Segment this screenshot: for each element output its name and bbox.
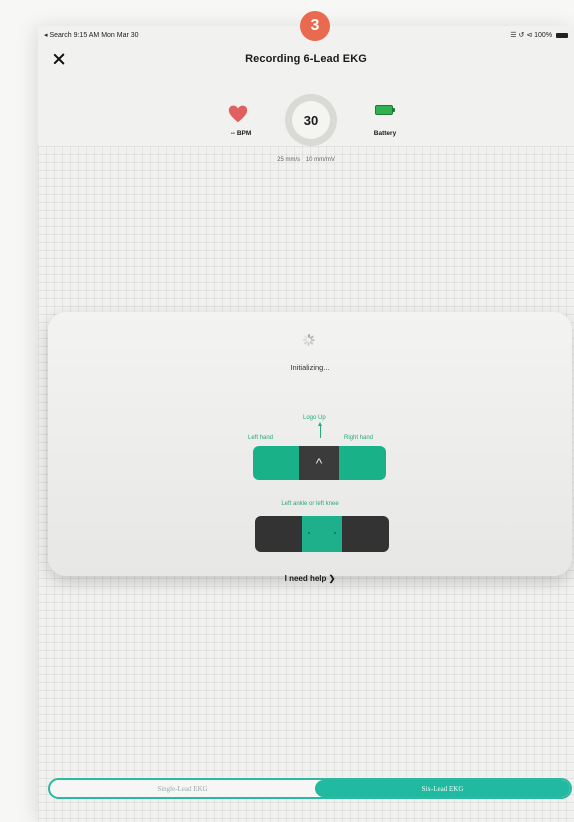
timer-value: 30: [292, 101, 330, 139]
step-number-badge: 3: [300, 11, 330, 41]
six-lead-option[interactable]: Six-Lead EKG: [315, 780, 570, 797]
ankle-label: Left ankle or left knee: [281, 501, 339, 507]
status-left: ◂ Search 9:15 AM Mon Mar 30: [44, 32, 139, 39]
ekg-scale: 25 mm/s 10 mm/mV: [38, 157, 574, 163]
right-hand-label: Right hand: [344, 435, 374, 441]
timer-ring: 30: [285, 94, 337, 146]
chevron-right-icon: ❯: [328, 574, 336, 583]
initializing-status: Initializing...: [290, 363, 330, 372]
status-indicators: ☰ ↺ ⊲ 100%: [510, 32, 553, 39]
bottom-electrode: [302, 516, 342, 552]
left-hand-label: Left hand: [248, 435, 274, 441]
battery-icon: [375, 105, 395, 115]
page-title: Recording 6-Lead EKG: [245, 53, 367, 65]
initializing-card: Initializing... Logo Up Left hand Right …: [48, 312, 572, 583]
heart-icon: [228, 105, 248, 123]
help-link[interactable]: I need help ❯: [48, 574, 572, 583]
left-electrode: [253, 446, 299, 480]
help-label: I need help: [284, 574, 327, 583]
battery-label: Battery: [373, 130, 397, 137]
logo-up-label: Logo Up: [303, 415, 326, 421]
device-bottom-illustration: [255, 516, 389, 552]
status-right: ☰ ↺ ⊲ 100%: [510, 31, 568, 39]
single-lead-option[interactable]: Single-Lead EKG: [50, 780, 315, 797]
bpm-readout: -- BPM: [230, 130, 252, 137]
caret-up-icon: ^: [299, 446, 339, 480]
arrow-up-icon: [318, 422, 322, 438]
scale-speed: 25 mm/s: [277, 157, 301, 163]
loading-spinner-icon: [302, 334, 315, 346]
right-electrode: [339, 446, 386, 480]
lead-mode-segmented-control: Single-Lead EKG Six-Lead EKG: [48, 778, 572, 799]
battery-status-icon: [556, 32, 568, 38]
scale-gain: 10 mm/mV: [305, 157, 335, 163]
app-screen: ◂ Search 9:15 AM Mon Mar 30 ☰ ↺ ⊲ 100% R…: [38, 26, 574, 822]
device-top-illustration: ^: [253, 446, 386, 480]
